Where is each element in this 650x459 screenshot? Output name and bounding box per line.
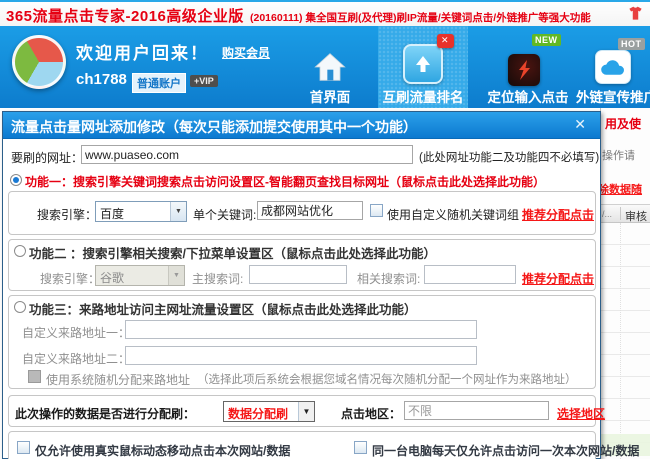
background-window-sliver: 用及使 操作请 除数据随 /... 审核 bbox=[600, 108, 650, 459]
real-mouse-checkbox[interactable] bbox=[17, 441, 30, 454]
func2-main-input[interactable] bbox=[249, 265, 347, 284]
buy-membership-link[interactable]: 购买会员 bbox=[222, 44, 270, 61]
chevron-down-icon: ▼ bbox=[168, 266, 184, 285]
home-icon[interactable] bbox=[314, 52, 346, 82]
bg-grid-vline bbox=[620, 223, 621, 459]
func1-engine-label: 搜索引擎： bbox=[37, 206, 97, 223]
bg-table-grid bbox=[601, 223, 650, 459]
dispatch-select-value: 数据分配刷 bbox=[228, 405, 288, 422]
func3-addr2-input[interactable] bbox=[125, 346, 477, 365]
app-titlebar: 365流量点击专家-2016高级企业版 (20160111) 集全国互刷(及代理… bbox=[0, 0, 650, 26]
once-per-day-checkbox[interactable] bbox=[354, 441, 367, 454]
url-label: 要刷的网址： bbox=[11, 149, 83, 166]
func2-engine-select: 谷歌 ▼ bbox=[95, 265, 185, 286]
bg-col-separator bbox=[620, 207, 621, 220]
func2-related-input[interactable] bbox=[424, 265, 516, 284]
select-region-link[interactable]: 选择地区 bbox=[557, 405, 605, 422]
func3-random-referrer-checkbox bbox=[28, 370, 41, 383]
func1-keyword-label: 单个关键词: bbox=[193, 206, 256, 223]
func3-radio[interactable] bbox=[14, 301, 26, 313]
func2-engine-label: 搜索引擎： bbox=[40, 270, 100, 287]
bg-col-audit: 审核 bbox=[625, 208, 647, 224]
url-hint: (此处网址功能二及功能四不必填写) bbox=[419, 149, 599, 165]
close-icon[interactable]: ✕ bbox=[574, 116, 586, 133]
app-logo-icon bbox=[12, 35, 66, 89]
dispatch-label: 此次操作的数据是否进行分配刷： bbox=[15, 405, 195, 422]
func3-addr1-input[interactable] bbox=[125, 320, 477, 339]
func1-title[interactable]: 功能一：搜索引擎关键词搜索点击访问设置区-智能翻页查找目标网址（鼠标点击此处选择… bbox=[25, 173, 545, 190]
bg-red-text: 用及使 bbox=[605, 115, 641, 132]
func3-title[interactable]: 功能三：来路地址访问主网址流量设置区（鼠标点击此处选择此功能） bbox=[29, 299, 417, 318]
new-badge: NEW bbox=[532, 34, 561, 46]
func3-group: 功能三：来路地址访问主网址流量设置区（鼠标点击此处选择此功能） 自定义来路地址一… bbox=[8, 295, 596, 389]
account-type-badge: 普通账户 bbox=[132, 73, 186, 93]
dialog-titlebar[interactable]: 流量点击量网址添加修改（每次只能添加提交使用其中一个功能） ✕ bbox=[3, 112, 600, 139]
app-subtitle: (20160111) 集全国互刷(及代理)刷IP流量/关键词点击/外链推广等强大… bbox=[250, 10, 591, 25]
func2-related-label: 相关搜索词: bbox=[357, 270, 420, 287]
bg-gray-text: 操作请 bbox=[602, 147, 635, 163]
traffic-rank-icon[interactable] bbox=[403, 44, 443, 84]
func1-keyword-input[interactable] bbox=[257, 201, 363, 220]
shirt-icon[interactable] bbox=[627, 6, 644, 21]
func2-radio[interactable] bbox=[14, 245, 26, 257]
region-input[interactable] bbox=[404, 401, 549, 420]
url-edit-dialog: 流量点击量网址添加修改（每次只能添加提交使用其中一个功能） ✕ 要刷的网址： (… bbox=[2, 111, 601, 459]
bg-table-header: /... 审核 bbox=[601, 204, 650, 223]
chevron-down-icon: ▼ bbox=[170, 202, 186, 221]
vip-badge[interactable]: +VIP bbox=[190, 75, 218, 87]
locate-click-icon[interactable] bbox=[508, 54, 540, 86]
func1-checkbox-label[interactable]: 使用自定义随机关键词组 bbox=[387, 206, 519, 223]
hot-badge: HOT bbox=[618, 38, 645, 50]
tab-traffic-rank[interactable]: 互刷流量排名 bbox=[380, 86, 466, 106]
func3-addr2-label: 自定义来路地址二： bbox=[22, 350, 130, 367]
func1-engine-value: 百度 bbox=[100, 205, 124, 222]
func2-recommend-link[interactable]: 推荐分配点击 bbox=[522, 270, 594, 287]
app-title: 365流量点击专家-2016高级企业版 bbox=[6, 5, 244, 26]
func3-checkbox-label: 使用系统随机分配来路地址 bbox=[46, 371, 190, 388]
username: ch1788 bbox=[76, 71, 127, 88]
func1-recommend-link[interactable]: 推荐分配点击 bbox=[522, 206, 594, 223]
func2-main-label: 主搜索词: bbox=[192, 270, 243, 287]
func1-radio[interactable] bbox=[10, 174, 22, 186]
region-label: 点击地区： bbox=[341, 405, 401, 422]
tab-home[interactable]: 首界面 bbox=[303, 86, 357, 106]
func2-group: 功能二 ：搜索引擎相关搜索/下拉菜单设置区（鼠标点击此处选择此功能） 搜索引擎：… bbox=[8, 239, 596, 291]
rank-alert-badge-icon: ✕ bbox=[437, 34, 454, 48]
tab-locate-click[interactable]: 定位输入点击 bbox=[486, 86, 570, 106]
tab-promo[interactable]: 外链宣传推广 bbox=[576, 86, 650, 106]
func2-engine-value: 谷歌 bbox=[100, 269, 124, 286]
main-header: 欢迎用户回来！ 购买会员 ch1788 普通账户 +VIP ✕ NEW HOT bbox=[0, 26, 650, 108]
func1-engine-select[interactable]: 百度 ▼ bbox=[95, 201, 187, 222]
welcome-text: 欢迎用户回来！ bbox=[76, 39, 209, 64]
dispatch-group: 此次操作的数据是否进行分配刷： 数据分配刷 ▼ 点击地区： 选择地区 bbox=[8, 395, 596, 427]
func2-title[interactable]: 功能二 ：搜索引擎相关搜索/下拉菜单设置区（鼠标点击此处选择此功能） bbox=[29, 243, 436, 262]
dialog-title: 流量点击量网址添加修改（每次只能添加提交使用其中一个功能） bbox=[11, 117, 417, 137]
url-input[interactable] bbox=[81, 145, 413, 164]
func3-checkbox-hint: （选择此项后系统会根据您域名情况每次随机分配一个网址作为来路地址） bbox=[197, 371, 577, 387]
func1-random-keywords-checkbox[interactable] bbox=[370, 204, 383, 217]
dialog-body: 要刷的网址： (此处网址功能二及功能四不必填写) 功能一：搜索引擎关键词搜索点击… bbox=[3, 139, 600, 458]
chevron-down-icon: ▼ bbox=[298, 402, 314, 421]
bg-red-link[interactable]: 除数据随 bbox=[600, 181, 642, 197]
real-mouse-label[interactable]: 仅允许使用真实鼠标动态移动点击本次网站/数据 bbox=[35, 442, 290, 459]
promo-cloud-icon[interactable] bbox=[595, 50, 631, 84]
footer-group: 仅允许使用真实鼠标动态移动点击本次网站/数据 同一台电脑每天仅允许点击访问一次本… bbox=[8, 431, 596, 459]
bg-col-prefix: /... bbox=[602, 209, 612, 219]
app-window: 365流量点击专家-2016高级企业版 (20160111) 集全国互刷(及代理… bbox=[0, 0, 650, 459]
dispatch-select[interactable]: 数据分配刷 ▼ bbox=[223, 401, 315, 422]
func3-addr1-label: 自定义来路地址一： bbox=[22, 324, 130, 341]
func1-group: 搜索引擎： 百度 ▼ 单个关键词: 使用自定义随机关键词组 推荐分配点击 bbox=[8, 191, 596, 235]
once-per-day-label[interactable]: 同一台电脑每天仅允许点击访问一次本次网站/数据 bbox=[372, 442, 639, 459]
